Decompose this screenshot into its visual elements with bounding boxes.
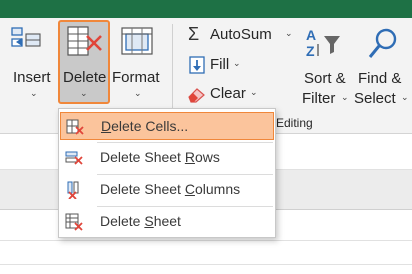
format-label: Format [112,69,160,86]
fill-label: Fill [210,56,230,73]
find-select-label-line2: Select [354,90,396,107]
delete-label: Delete [63,69,107,86]
menu-item-label: Delete Sheet [100,213,181,229]
sort-filter-button[interactable]: A Z Sort & Filter ⌄ [298,24,354,108]
sort-filter-label-line2: Filter [302,90,336,107]
chevron-down-icon: ⌄ [233,58,241,68]
access-key: C [184,181,195,197]
editing-group-label: Editing [276,116,313,130]
label-rest: heet [153,213,181,229]
label-rest: ows [194,149,220,165]
sort-filter-icon: A Z [306,27,340,59]
label-rest: olumns [194,181,241,197]
chevron-down-icon: ⌄ [401,92,409,102]
grid-line [0,240,412,241]
sigma-icon: Σ [188,24,200,44]
label-prefix: Delete Sheet [100,181,185,197]
menu-separator [97,206,273,207]
delete-dropdown-menu: Delete Cells... Delete Sheet Rows Delete… [58,108,276,238]
menu-item-delete-cells[interactable]: Delete Cells... [60,112,274,140]
menu-item-delete-sheet-rows[interactable]: Delete Sheet Rows [60,144,274,172]
grid-line [0,264,412,265]
menu-item-label: Delete Sheet Rows [100,149,220,165]
fill-down-icon [189,56,205,74]
menu-item-delete-sheet-columns[interactable]: Delete Sheet Columns [60,176,274,204]
title-bar [0,0,412,18]
format-cells-icon [121,27,153,55]
clear-button[interactable]: Clear ⌄ [184,83,264,105]
insert-button[interactable]: Insert ⌄ [6,20,56,104]
fill-button[interactable]: Fill ⌄ [184,54,254,76]
delete-sheet-icon [65,213,83,231]
chevron-down-icon: ⌄ [285,28,293,38]
menu-item-label: Delete Cells... [101,118,188,134]
delete-cells-icon [67,26,102,56]
label-prefix: Delete [100,213,145,229]
insert-label: Insert [13,69,51,86]
chevron-down-icon: ⌄ [80,88,88,98]
access-key: D [101,118,112,134]
delete-cells-icon [66,119,84,135]
chevron-down-icon: ⌄ [341,92,349,102]
autosum-label: AutoSum [210,26,272,43]
delete-sheet-columns-icon [67,181,79,199]
find-select-label-line1: Find & [358,70,402,87]
chevron-down-icon: ⌄ [134,88,142,98]
delete-sheet-rows-icon [65,151,83,165]
chevron-down-icon: ⌄ [250,87,258,97]
magnifier-icon [368,28,397,58]
eraser-icon [188,88,205,103]
svg-text:Z: Z [306,43,315,59]
sort-filter-label-line1: Sort & [304,70,346,87]
find-select-button[interactable]: Find & Select ⌄ [354,24,412,108]
group-divider [172,24,173,120]
menu-separator [97,174,273,175]
autosum-button[interactable]: Σ AutoSum ⌄ [184,24,296,46]
menu-item-label: Delete Sheet Columns [100,181,240,197]
label-rest: elete Cells... [111,118,189,134]
clear-label: Clear [210,85,246,102]
menu-separator [97,142,273,143]
access-key: R [184,149,195,165]
svg-text:A: A [306,27,316,43]
label-prefix: Delete Sheet [100,149,185,165]
access-key: S [144,213,154,229]
menu-item-delete-sheet[interactable]: Delete Sheet [60,208,274,236]
delete-button[interactable]: Delete ⌄ [58,20,110,104]
insert-cells-icon [11,27,41,47]
format-button[interactable]: Format ⌄ [112,20,164,104]
chevron-down-icon: ⌄ [30,88,38,98]
